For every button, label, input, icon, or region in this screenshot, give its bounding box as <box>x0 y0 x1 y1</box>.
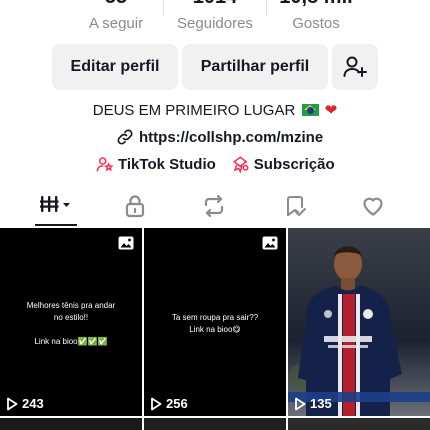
tiktok-studio-link[interactable]: TikTok Studio <box>96 155 216 173</box>
likes-count: 10,8 mil <box>276 0 356 8</box>
videos-grid-icon <box>40 196 70 212</box>
saved-icon <box>287 196 306 216</box>
bio-text: DEUS EM PRIMEIRO LUGAR <box>92 102 296 119</box>
studio-icon <box>96 157 114 172</box>
post-caption: Ta sem roupa pra sair?? Link na bioo😋 <box>144 312 286 336</box>
add-friend-button[interactable] <box>332 44 378 90</box>
photo-post-icon <box>262 236 278 250</box>
post-thumbnail[interactable]: Ta sem roupa pra sair?? Link na bioo😋 25… <box>144 228 286 416</box>
profile-tabs <box>0 188 430 226</box>
post-thumbnail-partial[interactable] <box>288 418 430 430</box>
profile-extras: TikTok Studio Subscrição <box>96 154 335 174</box>
caption-line: Link na bioo😋 <box>189 325 241 334</box>
subscription-label: Subscrição <box>253 155 335 173</box>
view-count-value: 256 <box>166 396 188 411</box>
studio-label: TikTok Studio <box>118 155 216 173</box>
profile-bio: DEUS EM PRIMEIRO LUGAR ❤ <box>0 101 430 119</box>
red-heart-icon: ❤ <box>324 102 338 119</box>
following-count: 53 <box>80 0 152 8</box>
stat-divider <box>163 0 164 16</box>
caption-line: Melhores tênis pra andar <box>26 301 116 310</box>
caption-line: no estilo!! <box>53 313 89 322</box>
share-profile-button[interactable]: Partilhar perfil <box>182 44 328 90</box>
followers-stat[interactable]: 1014 Seguidores <box>172 0 258 34</box>
post-thumbnail[interactable]: Melhores tênis pra andar no estilo!! Lin… <box>0 228 142 416</box>
play-icon <box>295 397 306 410</box>
tab-videos[interactable] <box>26 188 86 226</box>
likes-stat[interactable]: 10,8 mil Gostos <box>276 0 356 34</box>
player-photo <box>288 228 430 416</box>
following-stat[interactable]: 53 A seguir <box>80 0 152 34</box>
add-user-icon <box>343 56 367 77</box>
stat-divider <box>266 0 267 16</box>
play-icon <box>151 397 162 410</box>
view-count-value: 135 <box>310 396 332 411</box>
likes-label: Gostos <box>292 15 340 32</box>
tab-reposts[interactable] <box>184 188 244 226</box>
edit-profile-button[interactable]: Editar perfil <box>52 44 178 90</box>
repost-icon <box>204 194 224 218</box>
link-icon <box>117 129 133 145</box>
followers-label: Seguidores <box>177 15 253 32</box>
post-caption: Melhores tênis pra andar no estilo!! Lin… <box>0 300 142 348</box>
subscription-icon <box>232 156 249 173</box>
caption-line: Ta sem roupa pra sair?? <box>171 313 259 322</box>
view-count: 135 <box>294 396 332 411</box>
lock-icon <box>125 195 145 218</box>
post-thumbnail-partial[interactable] <box>0 418 142 430</box>
photo-post-icon <box>118 236 134 250</box>
followers-count: 1014 <box>172 0 258 8</box>
active-tab-indicator <box>35 224 77 226</box>
view-count: 243 <box>6 396 44 411</box>
brazil-flag-icon <box>302 104 320 116</box>
subscription-link[interactable]: Subscrição <box>232 155 335 173</box>
post-thumbnail[interactable]: 135 <box>288 228 430 416</box>
tab-private[interactable] <box>105 188 165 226</box>
caption-line: Link na bioo✅✅✅ <box>34 337 108 346</box>
tab-liked[interactable] <box>343 188 403 226</box>
heart-icon <box>363 197 383 216</box>
profile-stats: 53 A seguir 1014 Seguidores 10,8 mil Gos… <box>0 0 430 32</box>
following-label: A seguir <box>88 15 144 32</box>
tab-saved[interactable] <box>265 188 325 226</box>
profile-link-text: https://collshp.com/mzine <box>139 128 324 146</box>
profile-link[interactable]: https://collshp.com/mzine <box>116 127 323 147</box>
profile-actions: Editar perfil Partilhar perfil <box>0 44 430 90</box>
view-count-value: 243 <box>22 396 44 411</box>
play-icon <box>7 397 18 410</box>
posts-grid: Melhores tênis pra andar no estilo!! Lin… <box>0 228 430 430</box>
post-thumbnail-partial[interactable] <box>144 418 286 430</box>
view-count: 256 <box>150 396 188 411</box>
